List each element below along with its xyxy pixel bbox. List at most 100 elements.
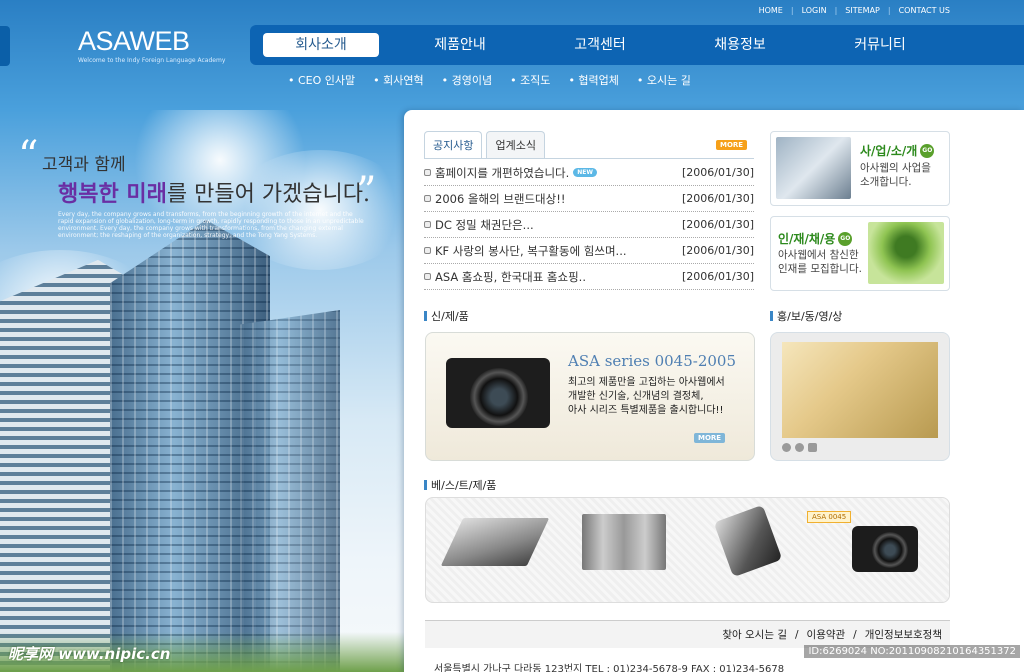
business-title-text: 사/업/소/개 — [860, 144, 918, 158]
notice-more-button[interactable]: MORE — [716, 140, 748, 150]
camera-product-lens — [872, 532, 908, 568]
footer-directions-link[interactable]: 찾아 오시는 길 — [722, 627, 787, 642]
footer-links: 찾아 오시는 길 / 이용약관 / 개인정보보호정책 — [425, 620, 950, 648]
product-desc-line: 아사 시리즈 특별제품을 출시합니다!! — [568, 405, 724, 416]
news-date: [2006/01/30] — [682, 166, 754, 179]
section-label: 신/제/품 — [431, 310, 469, 323]
watermark-left: 昵享网 www.nipic.cn — [8, 645, 171, 663]
subnav-ceo[interactable]: • CEO 인사말 — [288, 72, 355, 88]
news-title: ASA 홈쇼핑, 한국대표 홈쇼핑.. — [435, 269, 586, 284]
business-desc-line: 소개합니다. — [860, 176, 912, 188]
slogan-highlight: 행복한 미래 — [58, 181, 167, 207]
section-new-product: 신/제/품 — [424, 308, 469, 324]
recruit-desc-line: 아사웹에서 참신한 — [778, 249, 859, 261]
nav-item-recruit[interactable]: 채용정보 — [680, 33, 800, 57]
slogan-english: Every day, the company grows and transfo… — [58, 211, 364, 239]
speaker-product[interactable] — [582, 514, 666, 570]
laptop-photo — [776, 137, 851, 199]
footer-address: 서울특별시 가나구 다라동 123번지 TEL : 01)234-5678-9 … — [434, 664, 785, 672]
bullet-icon — [424, 247, 431, 254]
tab-industry-news[interactable]: 업계소식 — [486, 131, 545, 159]
home-link[interactable]: HOME — [759, 6, 783, 15]
nav-item-community[interactable]: 커뮤니티 — [820, 33, 940, 57]
list-item[interactable]: KF 사랑의 봉사단, 복구활동에 힘쓰며... [2006/01/30] — [424, 238, 754, 264]
separator: | — [887, 6, 891, 15]
separator: / — [794, 628, 799, 641]
go-icon[interactable]: GO — [920, 143, 935, 158]
business-desc: 아사웹의 사업을소개합니다. — [860, 161, 931, 189]
recruit-title: 인/재/채/용 GO — [778, 230, 853, 247]
logo-text: ASAWEB — [78, 26, 190, 56]
tab-notice[interactable]: 공지사항 — [424, 131, 483, 159]
notice-tabs: 공지사항 업계소식 — [424, 131, 545, 159]
section-bar — [424, 480, 427, 490]
product-title: ASA series 0045-2005 — [568, 352, 737, 370]
subnav-organization[interactable]: • 조직도 — [510, 72, 550, 88]
product-desc-line: 개발한 신기술, 신개념의 결정체, — [568, 391, 704, 402]
watermark-right: ID:6269024 NO:20110908210164351372 — [804, 645, 1020, 658]
slogan-rest: 를 만들어 가겠습니다. — [166, 182, 371, 207]
section-best-products: 베/스/트/제/품 — [424, 477, 496, 493]
separator: | — [790, 6, 794, 15]
recruit-desc-line: 인재를 모집합니다. — [778, 263, 862, 275]
bullet-icon — [424, 273, 431, 280]
list-item[interactable]: 홈페이지를 개편하였습니다. NEW [2006/01/30] — [424, 160, 754, 186]
separator: / — [853, 628, 857, 641]
camera-lens — [470, 368, 528, 426]
go-icon[interactable]: GO — [838, 231, 853, 246]
footer-terms-link[interactable]: 이용약관 — [807, 627, 846, 642]
news-date: [2006/01/30] — [682, 218, 754, 231]
section-promo-video: 홍/보/동/영/상 — [770, 308, 842, 324]
recruit-title-text: 인/재/채/용 — [778, 232, 836, 246]
new-badge: NEW — [573, 168, 598, 177]
news-title: KF 사랑의 봉사단, 복구활동에 힘쓰며... — [435, 243, 627, 258]
product-desc-line: 최고의 제품만을 고집하는 아사웹에서 — [568, 377, 725, 388]
sub-nav: • CEO 인사말 • 회사연혁 • 경영이념 • 조직도 • 협력업체 • 오… — [288, 72, 691, 88]
product-desc: 최고의 제품만을 고집하는 아사웹에서 개발한 신기술, 신개념의 결정체, 아… — [568, 376, 748, 418]
nav-item-company[interactable]: 회사소개 — [263, 33, 379, 57]
news-date: [2006/01/30] — [682, 192, 754, 205]
list-item[interactable]: DC 정밀 채권단은... [2006/01/30] — [424, 212, 754, 238]
news-title: DC 정밀 채권단은... — [435, 217, 534, 232]
sitemap-link[interactable]: SITEMAP — [845, 6, 880, 15]
nav-item-products[interactable]: 제품안내 — [400, 33, 520, 57]
left-tab-decoration — [0, 26, 10, 66]
section-bar — [770, 311, 773, 321]
stop-icon[interactable] — [808, 443, 817, 452]
news-title: 홈페이지를 개편하였습니다. — [435, 165, 570, 180]
list-item[interactable]: 2006 올해의 브랜드대상!! [2006/01/30] — [424, 186, 754, 212]
news-date: [2006/01/30] — [682, 244, 754, 257]
list-item[interactable]: ASA 홈쇼핑, 한국대표 홈쇼핑.. [2006/01/30] — [424, 264, 754, 290]
subnav-philosophy[interactable]: • 경영이념 — [442, 72, 492, 88]
close-quote-icon: ” — [356, 169, 377, 215]
business-desc-line: 아사웹의 사업을 — [860, 162, 931, 174]
subnav-directions[interactable]: • 오시는 길 — [637, 72, 691, 88]
nav-item-support[interactable]: 고객센터 — [540, 33, 660, 57]
news-date: [2006/01/30] — [682, 270, 754, 283]
bullet-icon — [424, 195, 431, 202]
product-tag: ASA 0045 — [807, 511, 852, 523]
business-title: 사/업/소/개 GO — [860, 142, 935, 159]
login-link[interactable]: LOGIN — [802, 6, 827, 15]
bullet-icon — [424, 221, 431, 228]
main-nav: 회사소개 제품안내 고객센터 채용정보 커뮤니티 — [250, 25, 1024, 65]
site-logo[interactable]: ASAWEB Welcome to the Indy Foreign Langu… — [78, 26, 225, 64]
footer-privacy-link[interactable]: 개인정보보호정책 — [865, 627, 942, 642]
contact-link[interactable]: CONTACT US — [899, 6, 950, 15]
logo-subtitle: Welcome to the Indy Foreign Language Aca… — [78, 57, 226, 64]
utility-links: HOME | LOGIN | SITEMAP | CONTACT US — [759, 6, 950, 15]
recruit-desc: 아사웹에서 참신한인재를 모집합니다. — [778, 248, 862, 276]
product-more-button[interactable]: MORE — [694, 433, 726, 443]
section-label: 홍/보/동/영/상 — [777, 310, 843, 323]
section-bar — [424, 311, 427, 321]
notice-list: 홈페이지를 개편하였습니다. NEW [2006/01/30] 2006 올해의 … — [424, 160, 754, 290]
slogan-line2: 행복한 미래를 만들어 가겠습니다. — [58, 176, 370, 208]
subnav-partners[interactable]: • 협력업체 — [568, 72, 618, 88]
subnav-history[interactable]: • 회사연혁 — [373, 72, 423, 88]
play-icon[interactable] — [782, 443, 791, 452]
section-label: 베/스/트/제/품 — [431, 479, 497, 492]
open-quote-icon: “ — [18, 133, 39, 179]
pause-icon[interactable] — [795, 443, 804, 452]
video-frame[interactable] — [782, 342, 938, 438]
slogan-line1: 고객과 함께 — [42, 155, 126, 175]
